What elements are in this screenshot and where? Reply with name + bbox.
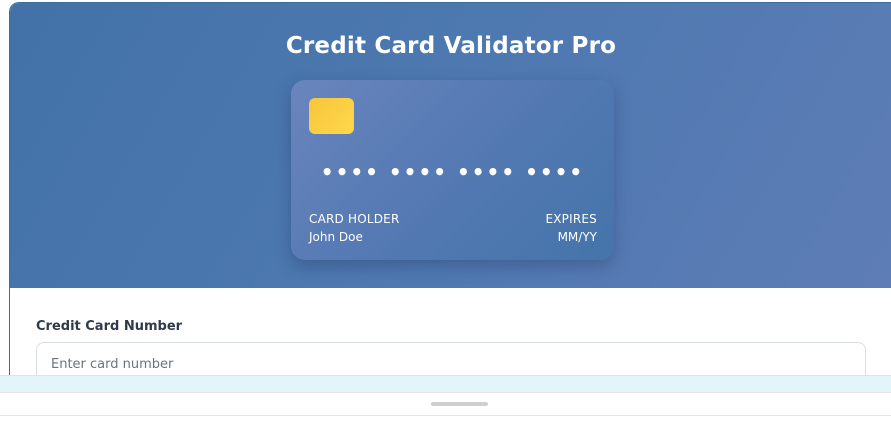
card-number-label: Credit Card Number xyxy=(36,319,183,334)
card-expires-value: MM/YY xyxy=(557,230,597,244)
validation-form: Credit Card Number xyxy=(10,288,891,383)
card-number-display: •••• •••• •••• •••• xyxy=(320,160,585,184)
resize-handle[interactable] xyxy=(431,402,488,406)
page: Credit Card Validator Pro •••• •••• ••••… xyxy=(0,0,891,422)
card-holder-label: CARD HOLDER xyxy=(309,212,400,226)
credit-card-preview: •••• •••• •••• •••• CARD HOLDER John Doe… xyxy=(291,80,614,260)
viewport-divider xyxy=(0,375,891,392)
card-holder-name: John Doe xyxy=(309,230,363,244)
app-window: Credit Card Validator Pro •••• •••• ••••… xyxy=(9,2,891,383)
bottom-panel xyxy=(0,392,891,416)
app-title: Credit Card Validator Pro xyxy=(285,33,617,59)
header-banner: Credit Card Validator Pro •••• •••• ••••… xyxy=(10,3,891,288)
card-expires-label: EXPIRES xyxy=(545,212,597,226)
card-chip-icon xyxy=(309,98,354,134)
